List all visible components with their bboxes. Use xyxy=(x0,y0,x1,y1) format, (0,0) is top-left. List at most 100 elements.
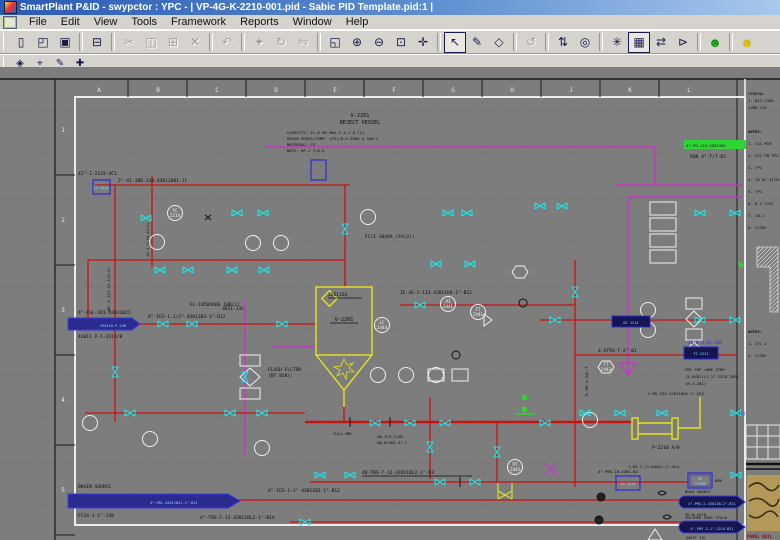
svg-text:V-2201: V-2201 xyxy=(335,317,354,323)
fit-window-button[interactable]: ⊡ xyxy=(390,32,412,53)
print-button[interactable]: ⊟ xyxy=(86,32,108,53)
svg-text:IX 2218: IX 2218 xyxy=(620,482,635,486)
menu-view[interactable]: View xyxy=(87,16,125,28)
svg-text:DRAIN SOURCE: DRAIN SOURCE xyxy=(78,484,111,490)
menu-reports[interactable]: Reports xyxy=(233,16,286,28)
consistency-ok-icon[interactable]: ☻ xyxy=(704,32,726,53)
svg-text:B: B xyxy=(156,87,160,94)
toolbar-separator xyxy=(513,33,517,50)
toolbar-grip[interactable] xyxy=(3,33,7,51)
svg-text:(NOTE 13): (NOTE 13) xyxy=(685,535,706,540)
svg-text:CAPACITY: 21.6 M3 MAX P-4.: CAPACITY: 21.6 M3 MAX P-4.1 A (1) xyxy=(287,130,364,135)
previous-view-button[interactable]: ✛ xyxy=(412,32,434,53)
menu-bar: File Edit View Tools Framework Reports W… xyxy=(0,15,780,30)
toolbar-separator xyxy=(317,33,321,50)
svg-text:4"-PG-113-43011B2: 4"-PG-113-43011B2 xyxy=(686,143,726,148)
title-bar[interactable]: SmartPlant P&ID - swypctor : YPC - | VP-… xyxy=(0,0,780,15)
svg-text:2444: 2444 xyxy=(377,325,388,330)
toolbar-separator xyxy=(79,33,83,50)
company-logo xyxy=(747,475,780,531)
svg-text:K: K xyxy=(628,87,632,94)
svg-text:IB-B-3-21-CB1: IB-B-3-21-CB1 xyxy=(688,340,723,346)
undo-button[interactable]: ↶ xyxy=(216,32,238,53)
main-toolbar: ▯ ◰ ▣ ⊟ ✂ ◫ ⊞ ✕ ↶ ✦ ↻ ⇋ ◱ ⊕ ⊖ ⊡ ✛ ↖ ✎ ◇ … xyxy=(0,30,780,54)
find-button[interactable]: ◎ xyxy=(574,32,596,53)
edit-symbol-button[interactable]: ✎ xyxy=(466,32,488,53)
svg-text:2. CCIBI: 2. CCIBI xyxy=(748,353,767,358)
svg-text:C-MS-CS3-43011B3A-1"-B12: C-MS-CS3-43011B3A-1"-B12 xyxy=(648,391,705,396)
svg-text:4-STRS-T-2"-B1: 4-STRS-T-2"-B1 xyxy=(598,348,637,354)
toolbar-separator xyxy=(729,33,733,50)
svg-text:8. CCIBI: 8. CCIBI xyxy=(748,225,767,230)
svg-text:CC-2214: CC-2214 xyxy=(93,186,108,190)
svg-text:E: E xyxy=(333,87,337,94)
cut-button[interactable]: ✂ xyxy=(118,32,140,53)
toolbar-separator xyxy=(111,33,115,50)
svg-text:2214: 2214 xyxy=(170,213,181,218)
svg-text:3. TPC: 3. TPC xyxy=(748,165,763,170)
svg-text:GENERAL: GENERAL xyxy=(748,91,765,96)
drawing-grid xyxy=(0,67,780,540)
copy-button[interactable]: ◫ xyxy=(140,32,162,53)
sort-button[interactable]: ⇅ xyxy=(552,32,574,53)
svg-text:C: C xyxy=(215,87,219,94)
svg-text:FC34-1-1"-12B: FC34-1-1"-12B xyxy=(78,513,114,519)
svg-text:FC/1-3044A (FA(2)): FC/1-3044A (FA(2)) xyxy=(365,234,415,240)
open-button[interactable]: ◰ xyxy=(32,32,54,53)
export-button[interactable]: ⊳ xyxy=(672,32,694,53)
svg-text:(2-KX01)(1-1"-2210-2B1): (2-KX01)(1-1"-2210-2B1) xyxy=(685,374,739,379)
zoom-in-button[interactable]: ⊕ xyxy=(346,32,368,53)
pan-button[interactable]: ↺ xyxy=(520,32,542,53)
svg-text:2441: 2441 xyxy=(473,312,484,317)
smartplant-pid-window: SmartPlant P&ID - swypctor : YPC - | VP-… xyxy=(0,0,780,540)
svg-text:4"-IES-1-1/2"-43011B3-1"-B12: 4"-IES-1-1/2"-43011B3-1"-B12 xyxy=(148,314,226,320)
menu-help[interactable]: Help xyxy=(339,16,376,28)
mirror-button[interactable]: ⇋ xyxy=(292,32,314,53)
svg-text:2443: 2443 xyxy=(601,367,612,372)
menu-edit[interactable]: Edit xyxy=(54,16,87,28)
svg-text:JVBB-114: JVBB-114 xyxy=(748,105,767,110)
svg-text:NOTES:: NOTES: xyxy=(748,129,762,134)
consistency-warning-icon[interactable]: ☻ xyxy=(736,32,758,53)
svg-text:NOTES:: NOTES: xyxy=(748,329,762,334)
svg-text:4: 4 xyxy=(61,397,65,404)
new-button[interactable]: ▯ xyxy=(10,32,32,53)
place-opc-button[interactable]: ◇ xyxy=(488,32,510,53)
svg-text:4"-FSL-1B1-43011B21: 4"-FSL-1B1-43011B21 xyxy=(78,310,131,316)
svg-text:3361183: 3361183 xyxy=(328,292,348,298)
svg-text:TC 2221: TC 2221 xyxy=(693,352,708,356)
svg-text:MATERIAL: CS: MATERIAL: CS xyxy=(287,142,316,147)
validate-button[interactable]: ✳ xyxy=(606,32,628,53)
svg-text:REJECT VESSEL: REJECT VESSEL xyxy=(340,120,381,126)
refresh-button[interactable]: ⇄ xyxy=(650,32,672,53)
svg-text:43011B-P-24B: 43011B-P-24B xyxy=(100,324,126,328)
menu-framework[interactable]: Framework xyxy=(164,16,233,28)
rotate-button[interactable]: ↻ xyxy=(270,32,292,53)
svg-text:FLUSH FLCTOR: FLUSH FLCTOR xyxy=(268,367,301,373)
zoom-out-button[interactable]: ⊖ xyxy=(368,32,390,53)
svg-text:4"-TBS-T-12-43011BL2-1"-B1A: 4"-TBS-T-12-43011BL2-1"-B1A xyxy=(200,515,275,521)
svg-text:1. ITL 2: 1. ITL 2 xyxy=(748,341,767,346)
select-tool-button[interactable]: ↖ xyxy=(444,32,466,53)
svg-text:IE-4G-I-113-43011B4-1"-B12: IE-4G-I-113-43011B4-1"-B12 xyxy=(400,290,472,296)
menu-file[interactable]: File xyxy=(22,16,54,28)
svg-text:1. B11 C1B1: 1. B11 C1B1 xyxy=(748,98,774,103)
svg-text:4"-PRS-2-43011B-2"-B11: 4"-PRS-2-43011B-2"-B11 xyxy=(688,502,736,506)
grid-display-button[interactable]: ▦ xyxy=(628,32,650,53)
menu-window[interactable]: Window xyxy=(286,16,339,28)
svg-text:4. TO BC 41TEX: 4. TO BC 41TEX xyxy=(748,177,780,182)
menu-tools[interactable]: Tools xyxy=(124,16,164,28)
delete-button[interactable]: ✕ xyxy=(184,32,206,53)
drawing-canvas[interactable]: A B C D E F G H J K L 1 2 3 4 5 xyxy=(0,67,780,540)
svg-text:(B-1.2B1): (B-1.2B1) xyxy=(685,381,706,386)
svg-text:B8K: B8K xyxy=(715,478,723,483)
attach-button[interactable]: ✦ xyxy=(248,32,270,53)
toolbar-separator xyxy=(209,33,213,50)
svg-text:2: 2 xyxy=(61,217,65,224)
zoom-area-button[interactable]: ◱ xyxy=(324,32,346,53)
paste-button[interactable]: ⊞ xyxy=(162,32,184,53)
save-button[interactable]: ▣ xyxy=(54,32,76,53)
svg-text:AB-B11B1-3"-C: AB-B11B1-3"-C xyxy=(377,440,408,445)
document-icon[interactable] xyxy=(3,16,17,29)
svg-text:4"-PBL-43011B21-2"-B12: 4"-PBL-43011B21-2"-B12 xyxy=(150,501,198,505)
